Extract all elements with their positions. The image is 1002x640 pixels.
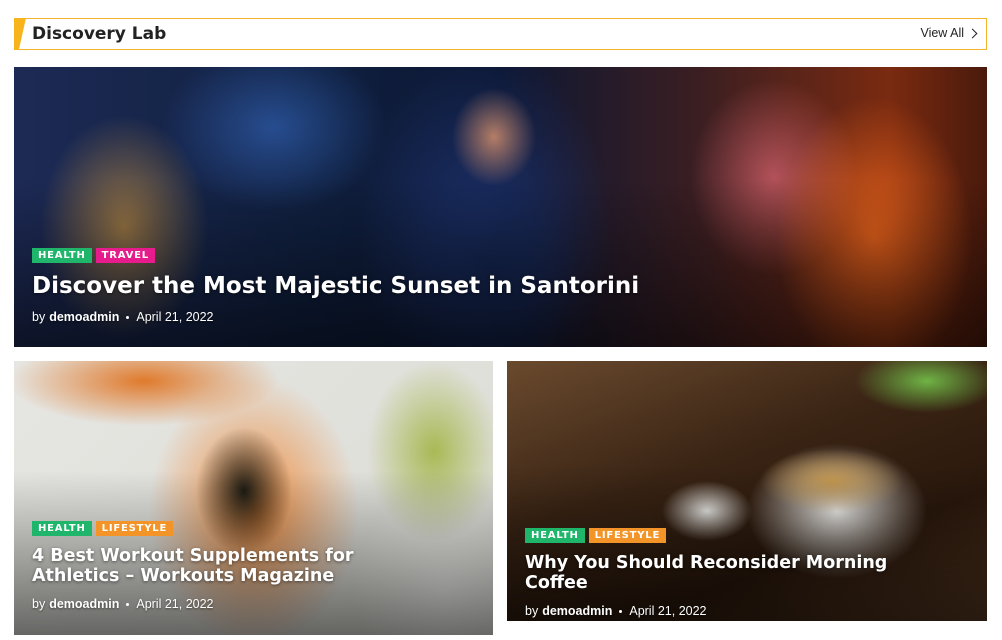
post-card[interactable]: HEALTH LIFESTYLE Why You Should Reconsid… bbox=[507, 361, 987, 621]
meta-separator bbox=[126, 602, 130, 606]
post-tags: HEALTH LIFESTYLE bbox=[32, 521, 432, 536]
view-all-link[interactable]: View All bbox=[920, 26, 978, 40]
post-author[interactable]: demoadmin bbox=[49, 310, 119, 324]
post-tags: HEALTH TRAVEL bbox=[32, 248, 639, 263]
tag-health[interactable]: HEALTH bbox=[32, 521, 92, 536]
post-tags: HEALTH LIFESTYLE bbox=[525, 528, 945, 543]
post-meta: by demoadmin April 21, 2022 bbox=[525, 604, 945, 618]
meta-separator bbox=[619, 609, 623, 613]
post-meta: by demoadmin April 21, 2022 bbox=[32, 310, 639, 324]
post-title[interactable]: 4 Best Workout Supplements for Athletics… bbox=[32, 546, 432, 586]
post-meta: by demoadmin April 21, 2022 bbox=[32, 597, 432, 611]
post-author[interactable]: demoadmin bbox=[49, 597, 119, 611]
meta-separator bbox=[126, 315, 130, 319]
tag-lifestyle[interactable]: LIFESTYLE bbox=[95, 521, 174, 536]
tag-health[interactable]: HEALTH bbox=[32, 248, 92, 263]
post-author[interactable]: demoadmin bbox=[542, 604, 612, 618]
post-title[interactable]: Discover the Most Majestic Sunset in San… bbox=[32, 273, 639, 299]
by-label: by bbox=[525, 604, 539, 619]
by-label: by bbox=[32, 310, 46, 325]
chevron-right-icon bbox=[967, 28, 978, 39]
tag-travel[interactable]: TRAVEL bbox=[95, 248, 155, 263]
tag-lifestyle[interactable]: LIFESTYLE bbox=[588, 528, 667, 543]
section-title: Discovery Lab bbox=[32, 24, 167, 44]
tag-health[interactable]: HEALTH bbox=[525, 528, 585, 543]
post-date: April 21, 2022 bbox=[629, 604, 707, 619]
section-accent-flag bbox=[14, 18, 26, 50]
post-card[interactable]: HEALTH LIFESTYLE 4 Best Workout Suppleme… bbox=[14, 361, 493, 635]
featured-post-card[interactable]: HEALTH TRAVEL Discover the Most Majestic… bbox=[14, 67, 987, 347]
by-label: by bbox=[32, 597, 46, 612]
post-title[interactable]: Why You Should Reconsider Morning Coffee bbox=[525, 553, 945, 593]
section-header: Discovery Lab View All bbox=[14, 18, 987, 50]
view-all-label: View All bbox=[920, 26, 964, 40]
post-date: April 21, 2022 bbox=[136, 597, 214, 612]
post-date: April 21, 2022 bbox=[136, 310, 214, 325]
